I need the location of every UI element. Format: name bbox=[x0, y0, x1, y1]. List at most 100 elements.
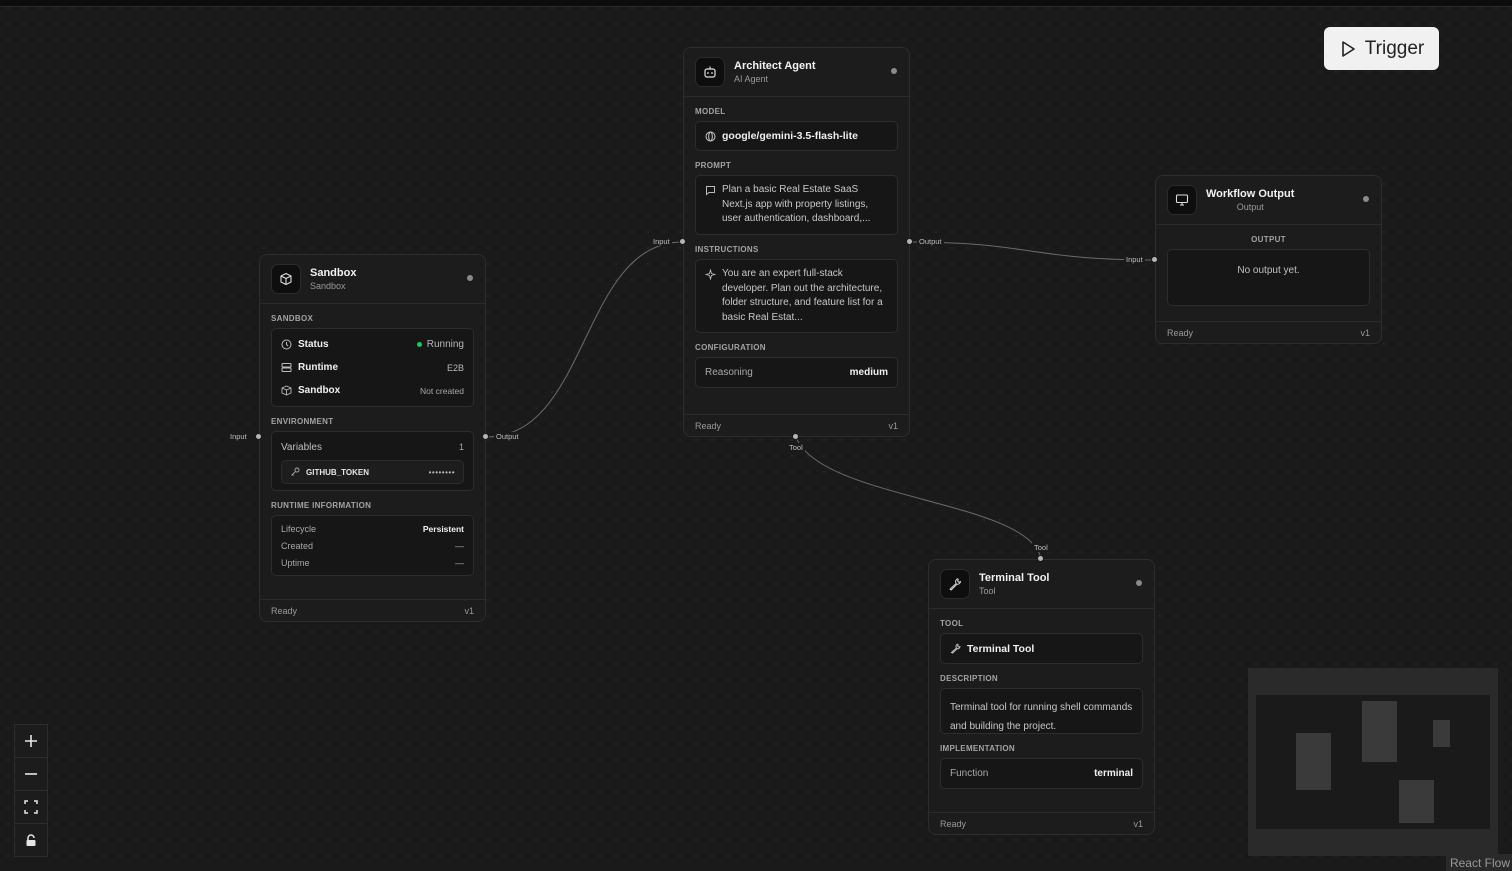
node-title: Workflow Output bbox=[1206, 187, 1295, 200]
footer-status: Ready bbox=[1167, 327, 1194, 338]
running-dot bbox=[416, 342, 422, 347]
github-token-row[interactable]: GITHUB_TOKEN •••••••• bbox=[281, 460, 464, 484]
uptime-value: — bbox=[455, 557, 464, 568]
reasoning-field[interactable]: Reasoning medium bbox=[695, 357, 898, 388]
lifecycle-row: Lifecycle Persistent bbox=[281, 520, 464, 537]
output-input-handle[interactable] bbox=[1151, 256, 1158, 263]
terminal-tool-node[interactable]: Terminal Tool Tool TOOL Terminal Tool DE… bbox=[928, 559, 1155, 835]
function-field[interactable]: Function terminal bbox=[940, 758, 1143, 789]
prompt-value: Plan a basic Real Estate SaaS Next.js ap… bbox=[722, 184, 871, 224]
node-footer: Ready v1 bbox=[260, 599, 485, 621]
sandbox-input-label: Input bbox=[228, 432, 249, 441]
wrench-small-icon bbox=[950, 643, 961, 654]
status-dot bbox=[1136, 580, 1142, 586]
fit-view-icon bbox=[24, 800, 38, 814]
sandbox-node[interactable]: Sandbox Sandbox SANDBOX Status Running R bbox=[259, 254, 486, 622]
tool-label: TOOL bbox=[940, 619, 964, 628]
function-key: Function bbox=[950, 768, 989, 779]
architect-output-label: Output bbox=[917, 237, 944, 246]
created-key: Created bbox=[281, 540, 314, 551]
sandbox-input-handle[interactable] bbox=[255, 433, 262, 440]
architect-input-handle[interactable] bbox=[679, 238, 686, 245]
node-subtitle: Tool bbox=[979, 585, 996, 596]
flow-controls bbox=[14, 724, 48, 857]
minimap[interactable] bbox=[1248, 668, 1498, 856]
trigger-label: Trigger bbox=[1364, 37, 1425, 59]
node-title: Sandbox bbox=[310, 266, 357, 279]
edge-architect-to-output bbox=[908, 241, 1156, 261]
runtime-info-box: Lifecycle Persistent Created — Uptime — bbox=[271, 515, 474, 576]
node-header: Workflow Output Output bbox=[1156, 176, 1381, 225]
prompt-label: PROMPT bbox=[695, 161, 732, 170]
description-value: Terminal tool for running shell commands… bbox=[950, 702, 1133, 732]
variables-count: 1 bbox=[458, 442, 464, 452]
function-value: terminal bbox=[1094, 768, 1133, 779]
model-value: google/gemini-3.5-flash-lite bbox=[722, 130, 858, 142]
footer-status: Ready bbox=[271, 605, 298, 616]
fit-view-button[interactable] bbox=[15, 791, 47, 824]
node-header: Sandbox Sandbox bbox=[260, 255, 485, 304]
top-bar bbox=[0, 0, 1512, 7]
sandbox-section-label: SANDBOX bbox=[271, 314, 314, 323]
created-value: — bbox=[455, 540, 464, 551]
zoom-out-button[interactable] bbox=[15, 758, 47, 791]
prompt-field[interactable]: Plan a basic Real Estate SaaS Next.js ap… bbox=[695, 175, 898, 235]
react-flow-attribution[interactable]: React Flow bbox=[1445, 854, 1512, 871]
server-icon bbox=[281, 363, 292, 372]
terminal-tool-handle[interactable] bbox=[1037, 555, 1044, 562]
lock-button[interactable] bbox=[15, 824, 47, 856]
globe-icon bbox=[705, 131, 716, 141]
architect-output-handle[interactable] bbox=[906, 238, 913, 245]
node-footer: Ready v1 bbox=[929, 812, 1154, 834]
status-dot bbox=[467, 275, 473, 281]
play-icon bbox=[1341, 40, 1355, 57]
architect-input-label: Input bbox=[651, 237, 672, 246]
sandbox-row: Sandbox Not created bbox=[281, 379, 464, 402]
instructions-value: You are an expert full-stack developer. … bbox=[722, 268, 883, 323]
instructions-field[interactable]: You are an expert full-stack developer. … bbox=[695, 259, 898, 333]
sandbox-output-handle[interactable] bbox=[482, 433, 489, 440]
runtime-row: Runtime E2B bbox=[281, 356, 464, 379]
sandbox-value: Not created bbox=[420, 385, 464, 396]
output-display: No output yet. bbox=[1167, 249, 1370, 306]
token-mask: •••••••• bbox=[428, 467, 455, 477]
trigger-button[interactable]: Trigger bbox=[1324, 27, 1439, 70]
status-key: Status bbox=[298, 339, 329, 350]
clock-icon bbox=[281, 339, 292, 350]
workflow-output-node[interactable]: Workflow Output Output OUTPUT No output … bbox=[1155, 175, 1382, 344]
uptime-row: Uptime — bbox=[281, 554, 464, 571]
footer-status: Ready bbox=[695, 420, 722, 431]
key-icon bbox=[291, 467, 300, 476]
architect-tool-handle[interactable] bbox=[792, 433, 799, 440]
minimap-node bbox=[1433, 720, 1450, 747]
created-row: Created — bbox=[281, 537, 464, 554]
minus-icon bbox=[25, 773, 37, 775]
description-field[interactable]: Terminal tool for running shell commands… bbox=[940, 688, 1143, 734]
environment-box: Variables 1 GITHUB_TOKEN •••••••• bbox=[271, 431, 474, 491]
sandbox-key: Sandbox bbox=[298, 385, 341, 396]
architect-agent-node[interactable]: Architect Agent AI Agent MODEL google/ge… bbox=[683, 47, 910, 437]
architect-tool-label: Tool bbox=[787, 443, 805, 452]
reasoning-key: Reasoning bbox=[705, 367, 753, 378]
node-subtitle: AI Agent bbox=[734, 73, 769, 84]
lifecycle-key: Lifecycle bbox=[281, 523, 317, 534]
cube-icon bbox=[271, 264, 301, 294]
tool-field[interactable]: Terminal Tool bbox=[940, 633, 1143, 664]
model-field[interactable]: google/gemini-3.5-flash-lite bbox=[695, 121, 898, 151]
box-icon bbox=[281, 385, 292, 396]
status-dot bbox=[1363, 196, 1369, 202]
footer-version: v1 bbox=[464, 605, 474, 616]
variables-row: Variables 1 bbox=[281, 438, 464, 456]
configuration-label: CONFIGURATION bbox=[695, 343, 766, 352]
status-value: Running bbox=[426, 339, 464, 350]
minimap-node bbox=[1296, 733, 1331, 790]
zoom-in-button[interactable] bbox=[15, 725, 47, 758]
footer-version: v1 bbox=[1360, 327, 1370, 338]
sandbox-info-box: Status Running Runtime E2B Sandbox Not c… bbox=[271, 328, 474, 407]
lock-icon bbox=[26, 833, 36, 846]
edge-architect-to-terminal bbox=[795, 436, 1042, 560]
node-title: Architect Agent bbox=[734, 59, 816, 72]
plus-icon bbox=[25, 735, 37, 747]
sparkle-icon bbox=[705, 269, 716, 280]
minimap-node bbox=[1399, 780, 1434, 823]
